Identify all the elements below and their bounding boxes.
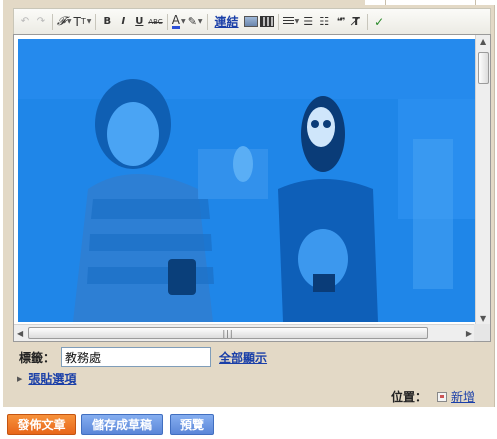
italic-button[interactable]: I <box>116 13 130 31</box>
bullet-list-icon: ☷ <box>319 15 330 28</box>
font-size-button[interactable]: T T ▼ <box>73 13 91 31</box>
numbered-list-button[interactable]: ☰ <box>301 13 315 31</box>
align-button[interactable]: ▼ <box>282 13 299 31</box>
insert-video-button[interactable] <box>259 13 274 31</box>
blockquote-button[interactable]: ❝❞ <box>333 13 347 31</box>
preview-button[interactable]: 預覽 <box>170 414 214 435</box>
bold-button[interactable]: B <box>100 13 114 31</box>
spellcheck-icon: ✓ <box>374 14 385 29</box>
show-all-link[interactable]: 全部顯示 <box>219 349 267 366</box>
spellcheck-button[interactable]: ✓ <box>372 13 386 31</box>
underline-button[interactable]: U <box>132 13 146 31</box>
photo-content <box>18 39 475 322</box>
post-options-link[interactable]: 張貼選項 <box>28 370 76 387</box>
post-options-toggle[interactable]: ▶ 張貼選項 <box>17 370 76 387</box>
labels-input[interactable] <box>61 347 212 367</box>
vertical-scroll-thumb[interactable] <box>478 52 489 84</box>
editor-frame: ↶ ↷ 𝓕 ▼ T T ▼ B I U ABC A ▼ ✎ ▼ 連結 ▼ ☰ ☷ ❝❞ T… <box>3 0 495 407</box>
strikethrough-button[interactable]: ABC <box>148 13 162 31</box>
toolbar-separator <box>166 13 168 30</box>
numbered-list-icon: ☰ <box>303 15 314 28</box>
undo-icon[interactable]: ↶ <box>18 13 32 31</box>
font-size-icon: T <box>73 14 81 29</box>
vertical-scrollbar[interactable]: ▲ ▼ <box>475 35 490 325</box>
bullet-list-button[interactable]: ☷ <box>317 13 331 31</box>
remove-format-button[interactable]: T̸ <box>349 13 363 31</box>
remove-format-icon: T̸ <box>352 15 360 28</box>
labels-caption: 標籤： <box>19 350 56 365</box>
location-map-icon <box>437 391 448 402</box>
toolbar-separator <box>277 13 279 30</box>
redo-icon[interactable]: ↷ <box>34 13 48 31</box>
insert-link-button[interactable]: 連結 <box>215 13 239 30</box>
add-location-link[interactable]: 新增 <box>451 388 475 405</box>
horizontal-scrollbar[interactable]: ◀ ||| ▶ <box>14 324 476 341</box>
toolbar-separator <box>95 13 97 30</box>
scroll-left-icon[interactable]: ◀ <box>17 329 23 338</box>
location-label: 位置： <box>391 390 428 404</box>
insert-image-button[interactable] <box>243 13 258 31</box>
post-photo <box>18 39 475 322</box>
editor-toolbar: ↶ ↷ 𝓕 ▼ T T ▼ B I U ABC A ▼ ✎ ▼ 連結 ▼ ☰ ☷ ❝❞ T… <box>13 8 491 34</box>
quote-icon: ❝❞ <box>336 16 345 27</box>
editor-content-area[interactable]: ▲ ▼ ◀ ||| ▶ <box>13 34 491 342</box>
horizontal-scroll-thumb[interactable]: ||| <box>28 327 428 339</box>
toolbar-separator <box>52 13 53 30</box>
location-row: 位置： 新增 <box>391 388 475 405</box>
image-icon <box>243 16 258 27</box>
video-icon <box>259 16 274 27</box>
labels-row: 標籤： 全部顯示 <box>19 347 267 367</box>
highlight-icon: ✎ <box>187 15 197 28</box>
tab-notch <box>365 0 495 5</box>
scroll-up-icon[interactable]: ▲ <box>480 37 486 46</box>
toolbar-separator <box>367 13 369 30</box>
scroll-down-icon[interactable]: ▼ <box>480 314 486 323</box>
font-icon: 𝓕 <box>57 14 66 28</box>
text-color-button[interactable]: A ▼ <box>171 12 186 31</box>
font-family-button[interactable]: 𝓕 ▼ <box>57 13 71 31</box>
toolbar-separator <box>206 13 208 30</box>
align-left-icon <box>282 17 294 26</box>
save-draft-button[interactable]: 儲存成草稿 <box>81 414 163 435</box>
expand-triangle-icon: ▶ <box>17 374 23 383</box>
scroll-corner <box>474 324 490 341</box>
text-color-icon: A <box>171 12 180 29</box>
publish-button[interactable]: 發佈文章 <box>7 414 76 435</box>
highlight-button[interactable]: ✎ ▼ <box>188 13 203 31</box>
scroll-right-icon[interactable]: ▶ <box>466 329 472 338</box>
